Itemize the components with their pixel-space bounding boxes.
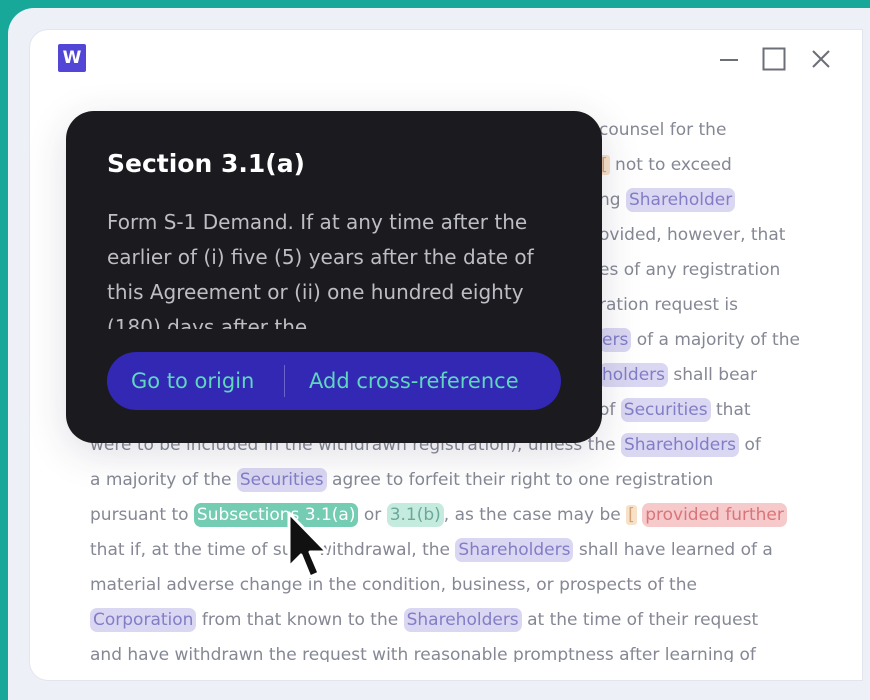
- minimize-icon: [720, 59, 738, 61]
- text-run: ng: [599, 190, 626, 210]
- issue-highlight[interactable]: provided further: [642, 503, 787, 527]
- document-line: ng Shareholder: [599, 185, 736, 215]
- text-run: shall bear: [668, 365, 757, 385]
- defined-term-tag[interactable]: Securities: [236, 468, 327, 492]
- add-cross-reference-button[interactable]: Add cross-reference: [309, 352, 519, 410]
- action-divider: [284, 365, 285, 397]
- text-run: shall have learned of a: [573, 540, 773, 560]
- defined-term-tag[interactable]: Shareholders: [455, 538, 574, 562]
- document-line: [ not to exceed: [599, 150, 732, 180]
- document-line: counsel for the: [599, 115, 726, 145]
- text-run: a majority of the: [90, 470, 237, 490]
- bracket-marker[interactable]: [: [626, 505, 637, 525]
- text-run: ovided, however, that: [599, 225, 786, 245]
- section-popover: Section 3.1(a) Form S-1 Demand. If at an…: [66, 111, 602, 443]
- text-run: es of any registration: [599, 260, 781, 280]
- close-icon: [812, 50, 830, 68]
- text-run: agree to forfeit their right to one regi…: [326, 470, 714, 490]
- defined-term-tag[interactable]: holders: [599, 363, 668, 387]
- mouse-pointer-icon: [287, 511, 329, 579]
- document-line: ers of a majority of the: [599, 325, 800, 355]
- text-run: ration request is: [599, 295, 738, 315]
- defined-term-tag[interactable]: ers: [599, 328, 632, 352]
- text-run: at the time of their request: [521, 610, 759, 630]
- popover-body: Form S-1 Demand. If at any time after th…: [107, 210, 534, 329]
- text-run: of: [739, 435, 761, 455]
- text-run: of a majority of the: [631, 330, 800, 350]
- document-line: es of any registration: [599, 255, 780, 285]
- text-run: that: [710, 400, 751, 420]
- maximize-icon: [762, 47, 786, 71]
- defined-term-tag[interactable]: Shareholders: [620, 433, 740, 457]
- document-line: Corporation from that known to the Share…: [90, 605, 758, 635]
- defined-term-tag[interactable]: Corporation: [90, 608, 197, 632]
- go-to-origin-button[interactable]: Go to origin: [131, 352, 254, 410]
- document-line: ovided, however, that: [599, 220, 785, 250]
- document-line: and have withdrawn the request with reas…: [90, 640, 756, 662]
- close-button[interactable]: [806, 44, 836, 74]
- popover-actions: Go to origin Add cross-reference: [107, 352, 561, 410]
- title-bar: W: [30, 30, 862, 92]
- text-run: material adverse change in the condition…: [90, 575, 697, 595]
- text-run: and have withdrawn the request with reas…: [90, 645, 756, 662]
- document-line: ration request is: [599, 290, 738, 320]
- maximize-button[interactable]: [759, 44, 789, 74]
- text-run: , as the case may be: [443, 505, 627, 525]
- minimize-button[interactable]: [714, 44, 744, 74]
- popover-title: Section 3.1(a): [107, 149, 305, 178]
- text-run: from that known to the: [196, 610, 404, 630]
- document-line: material adverse change in the condition…: [90, 570, 697, 600]
- text-run: pursuant to: [90, 505, 194, 525]
- document-line: holders shall bear: [599, 360, 757, 390]
- defined-term-tag[interactable]: Securities: [620, 398, 711, 422]
- document-line: a majority of the Securities agree to fo…: [90, 465, 713, 495]
- text-run: of: [599, 400, 621, 420]
- app-logo: W: [58, 44, 86, 72]
- defined-term-tag[interactable]: Shareholder: [625, 188, 736, 212]
- text-run: not to exceed: [609, 155, 732, 175]
- cross-reference-tag[interactable]: 3.1(b): [386, 503, 444, 527]
- document-line: that if, at the time of such withdrawal,…: [90, 535, 773, 565]
- defined-term-tag[interactable]: Shareholders: [403, 608, 522, 632]
- document-line: of Securities that: [599, 395, 751, 425]
- document-line: pursuant to Subsections 3.1(a) or 3.1(b)…: [90, 500, 787, 530]
- text-run: that if, at the time of such withdrawal,…: [90, 540, 456, 560]
- text-run: or: [358, 505, 387, 525]
- text-run: counsel for the: [599, 120, 727, 140]
